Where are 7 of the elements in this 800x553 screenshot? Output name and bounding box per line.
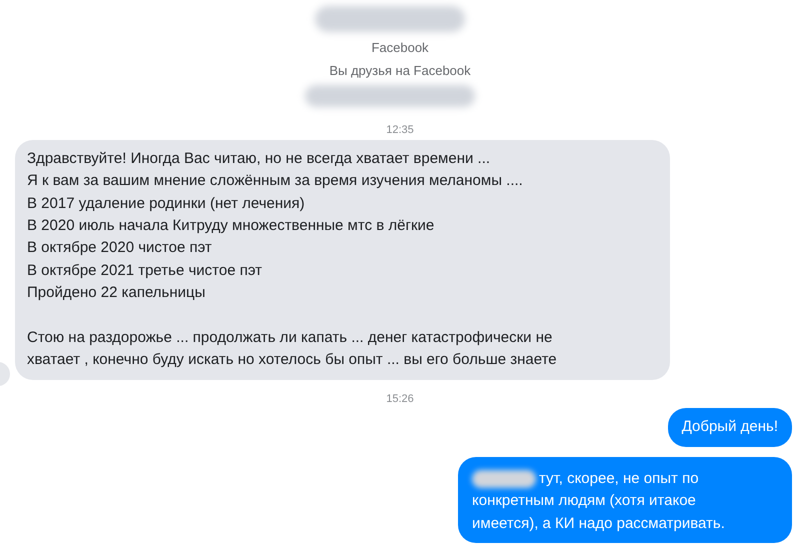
message-bubble: тут, скорее, не опыт по конкретным людям (хотя итакое имеется), а КИ надо рассматривать. (458, 456, 792, 543)
timestamp: 15:26 (386, 392, 414, 407)
message-bubble: Добрый день! (668, 408, 792, 447)
timestamp: 12:35 (386, 123, 414, 138)
source-label: Facebook (371, 40, 429, 56)
friends-status: Вы друзья на Facebook (329, 63, 471, 79)
message-bubble: Здравствуйте! Иногда Вас читаю, но не всегда хватает времени ... Я к вам за вашим мнение сложённым за время изучения меланомы .... В 2017 удаление родинки (нет лечения) В 2020 июль начала Китруду множественные мтс в лёгкие В октябре 2020 чистое пэт В октябре 2021 третье чистое пэт Пройдено 22 капельницы Стою на раздорожье ... продолжать ли капать ... денег катастрофически не хватает , конечно буду искать но хотелось бы опыт ... вы его больше знаете (15, 140, 670, 380)
